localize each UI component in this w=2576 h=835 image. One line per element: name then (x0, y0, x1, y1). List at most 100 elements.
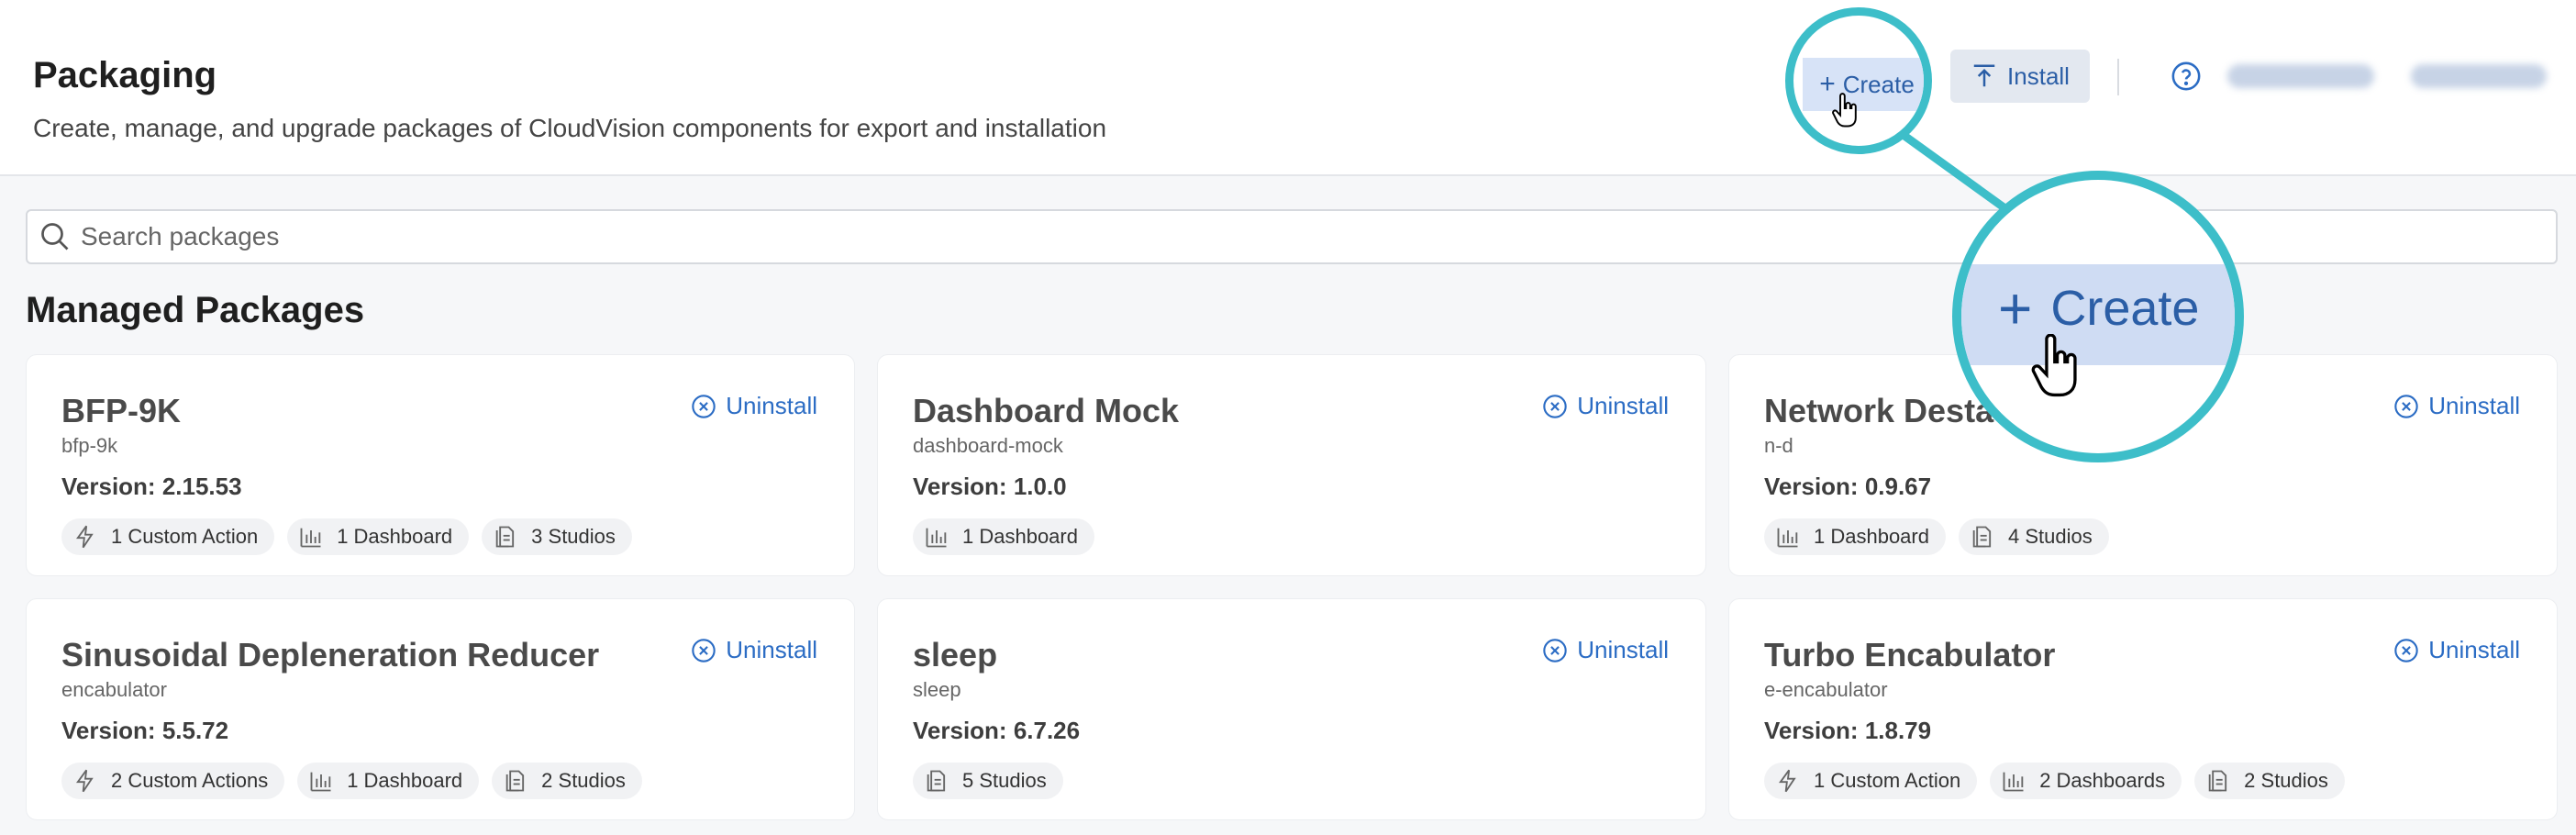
component-chip: 2 Studios (492, 763, 642, 799)
component-chip: 1 Dashboard (1764, 518, 1946, 555)
chip-label: 1 Dashboard (337, 525, 453, 548)
component-chips: 1 Dashboard (913, 518, 1094, 555)
user-menu-blurred[interactable] (2227, 64, 2374, 88)
page-subtitle: Create, manage, and upgrade packages of … (33, 114, 1107, 142)
package-id: bfp-9k (61, 434, 118, 457)
package-id: e-encabulator (1764, 678, 1888, 701)
component-chip: 1 Dashboard (297, 763, 480, 799)
component-chips: 1 Dashboard 4 Studios (1764, 518, 2109, 555)
document-icon (2205, 768, 2231, 794)
uninstall-label: Uninstall (2428, 392, 2520, 419)
component-chips: 1 Custom Action 2 Dashboards 2 Studios (1764, 763, 2345, 799)
chip-label: 1 Custom Action (111, 525, 259, 548)
pointer-hand-icon (2031, 334, 2077, 397)
uninstall-label: Uninstall (726, 392, 817, 419)
uninstall-button[interactable]: Uninstall (691, 392, 817, 420)
component-chip: 3 Studios (482, 518, 632, 555)
header-divider (2117, 59, 2119, 95)
uninstall-button[interactable]: Uninstall (2393, 392, 2520, 420)
chip-label: 1 Dashboard (1814, 525, 1929, 548)
document-icon (924, 768, 949, 794)
component-chip: 2 Studios (2194, 763, 2345, 799)
package-id: encabulator (61, 678, 167, 701)
package-card[interactable]: Sinusoidal Depleneration Reducer encabul… (26, 598, 855, 820)
chip-label: 3 Studios (531, 525, 616, 548)
chip-label: 4 Studios (2007, 525, 2093, 548)
x-circle-icon (2394, 394, 2418, 418)
package-version: Version: 1.8.79 (1764, 717, 1932, 744)
component-chip: 5 Studios (913, 763, 1063, 799)
chip-label: 1 Custom Action (1814, 769, 1961, 792)
lightning-icon (72, 524, 98, 550)
component-chip: 1 Dashboard (287, 518, 470, 555)
x-circle-icon (2394, 638, 2418, 662)
document-icon (493, 524, 518, 550)
uninstall-button[interactable]: Uninstall (1542, 392, 1669, 420)
plus-icon: + (1998, 275, 2033, 341)
zoom-large-label: Create (2050, 281, 2200, 336)
component-chips: 2 Custom Actions 1 Dashboard 2 Studios (61, 763, 642, 799)
package-version: Version: 1.0.0 (913, 473, 1067, 500)
component-chips: 5 Studios (913, 763, 1063, 799)
uninstall-button[interactable]: Uninstall (1542, 636, 1669, 664)
uninstall-button[interactable]: Uninstall (691, 636, 817, 664)
package-id: sleep (913, 678, 961, 701)
package-card[interactable]: Dashboard Mock dashboard-mock Version: 1… (877, 354, 1706, 576)
chip-label: 1 Dashboard (962, 525, 1078, 548)
zoom-create-button-small: + Create (1803, 58, 1924, 111)
install-button[interactable]: Install (1950, 50, 2090, 103)
uninstall-label: Uninstall (2428, 636, 2520, 663)
package-id: dashboard-mock (913, 434, 1063, 457)
lightning-icon (72, 768, 98, 794)
document-icon (503, 768, 528, 794)
package-id: n-d (1764, 434, 1793, 457)
bar-chart-icon (924, 524, 949, 550)
component-chip: 2 Custom Actions (61, 763, 285, 799)
component-chip: 1 Custom Action (1764, 763, 1978, 799)
package-version: Version: 0.9.67 (1764, 473, 1932, 500)
section-title: Managed Packages (26, 290, 365, 330)
chip-label: 2 Dashboards (2039, 769, 2166, 792)
x-circle-icon (1543, 638, 1567, 662)
x-circle-icon (692, 394, 716, 418)
uninstall-button[interactable]: Uninstall (2393, 636, 2520, 664)
package-card[interactable]: Turbo Encabulator e-encabulator Version:… (1728, 598, 2558, 820)
lightning-icon (1775, 768, 1801, 794)
chip-label: 1 Dashboard (347, 769, 463, 792)
package-name: Sinusoidal Depleneration Reducer (61, 636, 600, 674)
package-name: sleep (913, 636, 998, 674)
package-version: Version: 5.5.72 (61, 717, 229, 744)
component-chip: 2 Dashboards (1990, 763, 2182, 799)
chip-label: 2 Studios (2244, 769, 2328, 792)
component-chips: 1 Custom Action 1 Dashboard 3 Studios (61, 518, 632, 555)
x-circle-icon (692, 638, 716, 662)
package-name: Turbo Encabulator (1764, 636, 2056, 674)
package-card[interactable]: BFP-9K bfp-9k Version: 2.15.53 Uninstall… (26, 354, 855, 576)
pointer-hand-icon (1832, 93, 1857, 128)
chip-label: 2 Studios (541, 769, 626, 792)
page-header: Packaging Create, manage, and upgrade pa… (0, 0, 2576, 176)
zoom-lens-large: + Create (1952, 171, 2244, 462)
bar-chart-icon (298, 524, 324, 550)
component-chip: 1 Dashboard (913, 518, 1094, 555)
help-circle-icon[interactable] (2171, 61, 2202, 92)
page-title: Packaging (33, 55, 217, 95)
search-icon (41, 223, 69, 250)
bar-chart-icon (1775, 524, 1801, 550)
uninstall-label: Uninstall (1577, 636, 1669, 663)
package-version: Version: 6.7.26 (913, 717, 1081, 744)
package-version: Version: 2.15.53 (61, 473, 242, 500)
upload-icon (1973, 64, 1995, 87)
account-menu-blurred[interactable] (2411, 64, 2547, 88)
component-chip: 1 Custom Action (61, 518, 275, 555)
component-chip: 4 Studios (1958, 518, 2109, 555)
package-card[interactable]: sleep sleep Version: 6.7.26 Uninstall 5 … (877, 598, 1706, 820)
packaging-page: Packaging Create, manage, and upgrade pa… (0, 0, 2576, 835)
package-name: BFP-9K (61, 392, 182, 429)
x-circle-icon (1543, 394, 1567, 418)
install-button-label: Install (2007, 61, 2070, 90)
bar-chart-icon (308, 768, 334, 794)
package-name: Network Desta (1764, 392, 1994, 429)
uninstall-label: Uninstall (1577, 392, 1669, 419)
chip-label: 5 Studios (962, 769, 1047, 792)
